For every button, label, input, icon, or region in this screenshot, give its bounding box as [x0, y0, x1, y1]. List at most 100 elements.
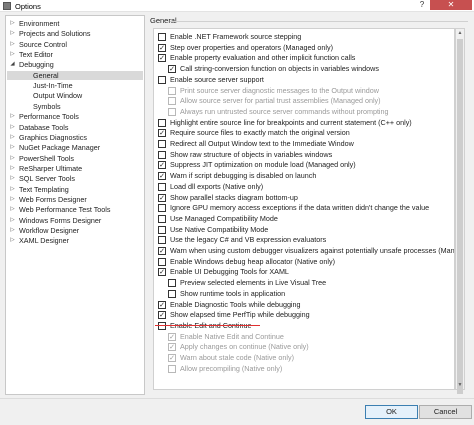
option-row[interactable]: ✓ Warn if script debugging is disabled on… — [154, 171, 454, 181]
option-checkbox[interactable]: ✓ — [158, 129, 166, 138]
expand-arrow-icon[interactable]: ▷ — [9, 205, 16, 214]
option-row[interactable]: ✓ Step over properties and operators (Man… — [154, 43, 454, 53]
collapse-arrow-icon[interactable]: ◢ — [9, 60, 16, 69]
option-row[interactable]: Show raw structure of objects in variabl… — [154, 150, 454, 160]
tree-item[interactable]: ▷ Text Templating — [7, 185, 143, 194]
option-checkbox[interactable] — [158, 75, 166, 84]
expand-arrow-icon[interactable]: ▷ — [9, 216, 16, 225]
option-row[interactable]: ✓ Require source files to exactly match t… — [154, 128, 454, 138]
option-checkbox[interactable] — [158, 33, 166, 41]
expand-arrow-icon[interactable]: ▷ — [9, 164, 16, 173]
tree-item[interactable]: ▷ Performance Tools — [7, 112, 143, 121]
expand-arrow-icon[interactable]: ▷ — [9, 236, 16, 245]
expand-arrow-icon[interactable]: ▷ — [9, 143, 16, 152]
option-row[interactable]: Use the legacy C# and VB expression eval… — [154, 235, 454, 245]
option-row[interactable]: Enable source server support — [154, 75, 454, 85]
tree-item[interactable]: ▷ PowerShell Tools — [7, 154, 143, 163]
option-row[interactable]: ✓ Suppress JIT optimization on module loa… — [154, 160, 454, 170]
vertical-scrollbar[interactable]: ▲ ▼ — [455, 28, 465, 394]
expand-arrow-icon[interactable]: ▷ — [9, 123, 16, 132]
option-row[interactable]: ✓ Warn when using custom debugger visuali… — [154, 246, 454, 256]
option-row[interactable]: Use Native Compatibility Mode — [154, 225, 454, 235]
tree-item[interactable]: ▷ Projects and Solutions — [7, 29, 143, 38]
option-row[interactable]: ✓ Call string-conversion function on obje… — [154, 64, 454, 74]
option-row[interactable]: ✓ Enable Diagnostic Tools while debugging — [154, 300, 454, 310]
cancel-button[interactable]: Cancel — [419, 405, 472, 419]
option-checkbox[interactable] — [158, 225, 166, 234]
tree-item[interactable]: ▷ Web Performance Test Tools — [7, 205, 143, 214]
option-checkbox[interactable] — [158, 182, 166, 191]
option-checkbox[interactable]: ✓ — [158, 247, 166, 255]
expand-arrow-icon[interactable]: ▷ — [9, 50, 16, 59]
expand-arrow-icon[interactable]: ▷ — [9, 112, 16, 121]
tree-item[interactable]: ▷ Workflow Designer — [7, 226, 143, 235]
option-row[interactable]: ✓ Enable UI Debugging Tools for XAML — [154, 267, 454, 277]
tree-item[interactable]: ▷ Web Forms Designer — [7, 195, 143, 204]
option-row[interactable]: ✓ Show elapsed time PerfTip while debuggi… — [154, 310, 454, 320]
expand-arrow-icon[interactable]: ▷ — [9, 154, 16, 163]
tree-item[interactable]: ▷ Graphics Diagnostics — [7, 133, 143, 142]
option-row[interactable]: Use Managed Compatibility Mode — [154, 214, 454, 224]
option-checkbox[interactable] — [158, 150, 166, 159]
expand-arrow-icon[interactable]: ▷ — [9, 226, 16, 235]
tree-item[interactable]: Symbols — [7, 102, 143, 111]
expand-arrow-icon[interactable]: ▷ — [9, 19, 16, 28]
tree-item[interactable]: ▷ Windows Forms Designer — [7, 216, 143, 225]
option-checkbox[interactable]: ✓ — [158, 300, 166, 309]
option-row[interactable]: Enable Windows debug heap allocator (Nat… — [154, 257, 454, 267]
option-row[interactable]: Show runtime tools in application — [154, 289, 454, 299]
option-row[interactable]: Ignore GPU memory access exceptions if t… — [154, 203, 454, 213]
tree-item[interactable]: ▷ Source Control — [7, 40, 143, 49]
option-row[interactable]: Highlight entire source line for breakpo… — [154, 118, 454, 128]
option-checkbox[interactable]: ✓ — [158, 268, 166, 277]
option-checkbox[interactable] — [168, 289, 176, 298]
option-checkbox[interactable]: ✓ — [158, 172, 166, 181]
option-checkbox[interactable]: ✓ — [158, 43, 166, 52]
option-checkbox[interactable] — [158, 140, 166, 148]
tree-item[interactable]: ▷ NuGet Package Manager — [7, 143, 143, 152]
tree-item[interactable]: ▷ ReSharper Ultimate — [7, 164, 143, 173]
option-checkbox[interactable] — [158, 214, 166, 223]
expand-arrow-icon[interactable]: ▷ — [9, 195, 16, 204]
option-row[interactable]: Redirect all Output Window text to the I… — [154, 139, 454, 149]
tree-item[interactable]: ▷ Database Tools — [7, 123, 143, 132]
option-checkbox[interactable] — [158, 236, 166, 245]
option-row[interactable]: ✓ Enable property evaluation and other im… — [154, 53, 454, 63]
option-checkbox[interactable] — [158, 257, 166, 266]
close-button[interactable]: ✕ — [430, 0, 472, 10]
option-checkbox[interactable] — [158, 118, 166, 127]
expand-arrow-icon[interactable]: ▷ — [9, 133, 16, 142]
expand-arrow-icon[interactable]: ▷ — [9, 174, 16, 183]
option-checkbox[interactable]: ✓ — [158, 54, 166, 63]
tree-item-label: Graphics Diagnostics — [19, 132, 87, 142]
tree-item[interactable]: General — [7, 70, 143, 80]
tree-item[interactable]: ▷ XAML Designer — [7, 236, 143, 245]
expand-arrow-icon[interactable]: ▷ — [9, 29, 16, 38]
scroll-up-icon[interactable]: ▲ — [456, 29, 464, 37]
expand-arrow-icon[interactable]: ▷ — [9, 185, 16, 194]
option-checkbox[interactable] — [158, 204, 166, 213]
option-row[interactable]: Load dll exports (Native only) — [154, 182, 454, 192]
tree-item[interactable]: Just-In-Time — [7, 81, 143, 90]
option-checkbox[interactable] — [168, 279, 176, 288]
option-row[interactable]: Preview selected elements in Live Visual… — [154, 278, 454, 288]
tree-item[interactable]: ◢ Debugging — [7, 60, 143, 69]
tree-item[interactable]: Output Window — [7, 91, 143, 100]
scrollbar-thumb[interactable] — [457, 39, 463, 394]
tree-item[interactable]: ▷ Text Editor — [7, 50, 143, 59]
help-button[interactable]: ? — [415, 0, 429, 10]
option-checkbox[interactable]: ✓ — [158, 193, 166, 202]
option-row[interactable]: Enable .NET Framework source stepping — [154, 32, 454, 42]
option-checkbox[interactable]: ✓ — [168, 65, 176, 74]
options-category-tree[interactable]: ▷ Environment ▷ Projects and Solutions ▷ Sour… — [5, 15, 145, 395]
tree-item[interactable]: ▷ SQL Server Tools — [7, 174, 143, 183]
scroll-down-icon[interactable]: ▼ — [456, 381, 464, 389]
option-checkbox[interactable]: ✓ — [158, 311, 166, 320]
options-list[interactable]: Enable .NET Framework source stepping ✓ St… — [153, 28, 455, 390]
option-row[interactable]: ✓ Show parallel stacks diagram bottom-up — [154, 193, 454, 203]
option-checkbox[interactable]: ✓ — [158, 161, 166, 170]
ok-button[interactable]: OK — [365, 405, 418, 419]
tree-item[interactable]: ▷ Environment — [7, 19, 143, 28]
option-row: Always run untrusted source server comma… — [154, 107, 454, 117]
expand-arrow-icon[interactable]: ▷ — [9, 40, 16, 49]
